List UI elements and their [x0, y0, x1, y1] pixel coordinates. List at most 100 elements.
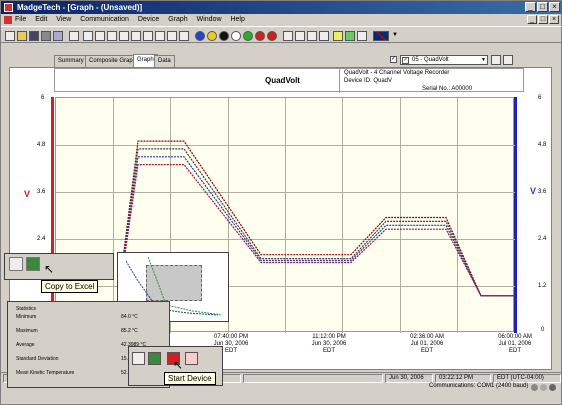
close-button[interactable]: × — [549, 2, 560, 12]
main-window: MadgeTech - [Graph - (Unsaved)] _ □ × Fi… — [0, 0, 562, 405]
stat-label: Mean Kinetic Temperature — [16, 370, 75, 376]
mdi-restore-button[interactable]: □ — [538, 15, 548, 24]
delete-device-icon[interactable] — [185, 352, 198, 365]
copy-to-excel-tooltip: Copy to Excel — [41, 280, 99, 293]
move-icon[interactable] — [95, 31, 105, 41]
stop-device-icon[interactable] — [231, 31, 241, 41]
left-tick: 2.4 — [37, 236, 46, 242]
left-axis-label: V — [24, 189, 31, 199]
menu-doc-icon[interactable] — [4, 16, 12, 24]
channel-select[interactable]: ✓ 05 - QuadVolt ▼ — [400, 55, 488, 65]
record-icon[interactable] — [255, 31, 265, 41]
open-icon[interactable] — [17, 31, 27, 41]
menu-device[interactable]: Device — [138, 16, 159, 23]
menu-edit[interactable]: Edit — [35, 16, 47, 23]
channel-checkbox-2[interactable]: ✓ — [402, 57, 409, 64]
grid-icon[interactable] — [295, 31, 305, 41]
stats-icon[interactable] — [319, 31, 329, 41]
device-header: QuadVolt QuadVolt - 4 Channel Voltage Re… — [54, 68, 525, 93]
menu-graph[interactable]: Graph — [168, 16, 187, 23]
app-icon — [4, 3, 13, 12]
zoom-x-icon[interactable] — [131, 31, 141, 41]
stat-label: Minimum — [16, 314, 37, 320]
copy-excel-callout: ↖ — [4, 253, 114, 280]
folder-icon[interactable] — [333, 31, 343, 41]
status-date: Jun 30, 2006 — [385, 374, 433, 383]
start-device-icon[interactable] — [243, 31, 253, 41]
print-icon[interactable] — [41, 31, 51, 41]
zoom-fit-icon[interactable] — [155, 31, 165, 41]
window-title: MadgeTech - [Graph - (Unsaved)] — [17, 3, 143, 12]
device-window-icon[interactable] — [132, 352, 145, 365]
left-tick: 3.6 — [37, 189, 46, 195]
status-communications: Communications: COM1 (2400 baud) — [429, 383, 529, 389]
menu-file[interactable]: File — [15, 16, 26, 23]
graph-settings-icon[interactable] — [491, 55, 501, 65]
device-desc: QuadVolt - 4 Channel Voltage Recorder — [344, 70, 450, 76]
x-tick-label: 06:00:00 AM Jul 01, 2006 EDT — [498, 334, 532, 354]
status-timezone: EDT (UTC-04:00) — [493, 374, 561, 383]
cut-icon[interactable] — [69, 31, 79, 41]
read-device-icon[interactable] — [219, 31, 229, 41]
export-icon[interactable] — [345, 31, 355, 41]
start-device-icon[interactable] — [148, 352, 161, 365]
status-panel — [243, 374, 383, 383]
status-time: 03:22:12 PM — [435, 374, 491, 383]
calendar-icon[interactable] — [307, 31, 317, 41]
menu-help[interactable]: Help — [230, 16, 244, 23]
window-icon[interactable] — [357, 31, 367, 41]
right-tick: 6 — [538, 95, 542, 101]
device-info: QuadVolt - 4 Channel Voltage Recorder De… — [339, 69, 525, 93]
window-icon[interactable] — [9, 257, 23, 271]
right-tick: 1.2 — [538, 283, 547, 289]
save-icon[interactable] — [29, 31, 39, 41]
right-tick: 4.8 — [538, 142, 547, 148]
title-bar: MadgeTech - [Graph - (Unsaved)] — [1, 1, 562, 14]
mdi-minimize-button[interactable]: _ — [527, 15, 537, 24]
menu-communication[interactable]: Communication — [80, 16, 129, 23]
left-axis-bar — [51, 97, 54, 333]
left-tick: 6 — [41, 95, 45, 101]
alarm-icon[interactable] — [267, 31, 277, 41]
menu-view[interactable]: View — [56, 16, 71, 23]
right-tick: 3.6 — [538, 189, 547, 195]
new-icon[interactable] — [5, 31, 15, 41]
stat-label: Average — [16, 342, 35, 348]
device-name: QuadVolt — [265, 76, 300, 85]
tab-data[interactable]: Data — [154, 55, 175, 67]
zoom-out-icon[interactable] — [119, 31, 129, 41]
tab-summary[interactable]: Summary — [54, 55, 88, 67]
graph-window-icon[interactable] — [503, 55, 513, 65]
language-flag-icon[interactable] — [373, 31, 389, 41]
toolbar: ▼ — [1, 26, 562, 43]
stat-value: 84.0 °C — [121, 314, 138, 320]
comm-status-icon — [531, 384, 538, 391]
channel-checkbox-1[interactable]: ✓ — [390, 56, 397, 63]
print-preview-icon[interactable] — [53, 31, 63, 41]
stat-label: Standard Deviation — [16, 356, 59, 362]
pan-icon[interactable] — [83, 31, 93, 41]
start-device-tooltip: Start Device — [164, 372, 216, 385]
help-icon[interactable] — [195, 31, 205, 41]
copy-to-excel-icon[interactable] — [26, 257, 40, 271]
language-dropdown-icon[interactable]: ▼ — [392, 32, 398, 38]
channel-select-value: 05 - QuadVolt — [412, 57, 449, 63]
device-info-icon[interactable] — [207, 31, 217, 41]
maximize-button[interactable]: □ — [537, 2, 548, 12]
menu-window[interactable]: Window — [197, 16, 222, 23]
tab-composite-graph[interactable]: Composite Graph — [85, 55, 141, 67]
right-tick: 2.4 — [538, 236, 547, 242]
mdi-close-button[interactable]: × — [549, 15, 559, 24]
zoom-reset-icon[interactable] — [179, 31, 189, 41]
cursor-icon: ↖ — [173, 358, 184, 372]
table-icon[interactable] — [283, 31, 293, 41]
menu-bar: File Edit View Communication Device Grap… — [1, 14, 562, 26]
minimize-button[interactable]: _ — [525, 2, 536, 12]
x-tick-label: 02:36:00 AM Jul 01, 2006 EDT — [410, 334, 444, 354]
comm-status-icon — [540, 384, 547, 391]
zoom-y-icon[interactable] — [143, 31, 153, 41]
zoom-in-icon[interactable] — [107, 31, 117, 41]
comm-status-icon — [549, 384, 556, 391]
stat-value: 85.2 °C — [121, 328, 138, 334]
zoom-area-icon[interactable] — [167, 31, 177, 41]
